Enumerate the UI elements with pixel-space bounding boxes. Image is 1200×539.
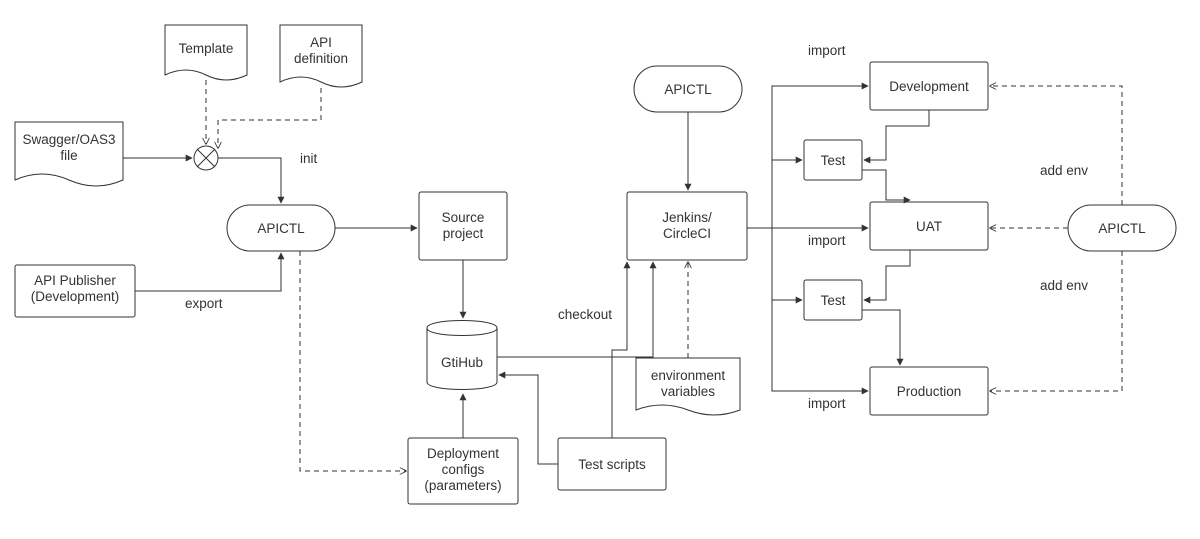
edge-test-bottom-prod [862,310,900,365]
node-template: Template [165,25,247,80]
label-apictl-right: APICTL [1098,221,1146,236]
edge-test-top-uat [862,170,910,200]
node-test-bottom: Test [804,280,862,320]
label-development: Development [889,79,969,94]
node-swagger: Swagger/OAS3file [15,122,123,186]
node-combine [194,146,218,170]
label-production: Production [897,384,962,399]
label-apictl-left: APICTL [257,221,305,236]
label-template: Template [179,41,234,56]
node-apictl-top: APICTL [634,66,742,112]
label-add-env-top: add env [1040,163,1088,178]
label-apictl-top: APICTL [664,82,712,97]
label-checkout: checkout [558,307,612,322]
edge-uat-test-bottom [864,250,910,300]
node-github: GtiHub [427,321,497,390]
label-test-top: Test [821,153,846,168]
label-env-vars: environmentvariables [651,368,726,399]
label-github: GtiHub [441,355,483,370]
label-init: init [300,151,318,166]
label-export: export [185,296,223,311]
edge-testscripts-jenkins [612,262,627,438]
edge-branch-test-bottom [772,228,802,300]
node-env-vars: environmentvariables [636,358,740,415]
node-deploy-configs: Deploymentconfigs(parameters) [408,438,518,504]
edge-apictl-right-prod [990,251,1122,391]
edge-dev-test-top [864,110,929,160]
edge-apictl-right-dev [990,86,1122,205]
label-source-project: Sourceproject [442,210,485,241]
label-api-publisher: API Publisher(Development) [31,273,120,304]
label-add-env-bottom: add env [1040,278,1088,293]
node-jenkins: Jenkins/CircleCI [627,192,747,260]
label-import-dev: import [808,43,846,58]
edge-apidef-combine [218,88,321,148]
node-api-definition: APIdefinition [280,25,362,87]
edge-apictl-deploy [300,251,406,471]
node-apictl-left: APICTL [227,205,335,251]
node-uat: UAT [870,202,988,250]
node-apictl-right: APICTL [1068,205,1176,251]
node-development: Development [870,62,988,110]
node-api-publisher: API Publisher(Development) [15,265,135,317]
label-uat: UAT [916,219,942,234]
flow-diagram: Template APIdefinition Swagger/OAS3file … [0,0,1200,539]
node-source-project: Sourceproject [419,192,507,260]
label-import-uat: import [808,233,846,248]
label-jenkins: Jenkins/CircleCI [662,210,712,241]
node-production: Production [870,367,988,415]
node-test-scripts: Test scripts [558,438,666,490]
edge-combine-apictl [218,158,281,203]
node-test-top: Test [804,140,862,180]
edge-publisher-apictl [135,253,281,291]
label-test-bottom: Test [821,293,846,308]
label-test-scripts: Test scripts [578,457,646,472]
label-import-prod: import [808,396,846,411]
